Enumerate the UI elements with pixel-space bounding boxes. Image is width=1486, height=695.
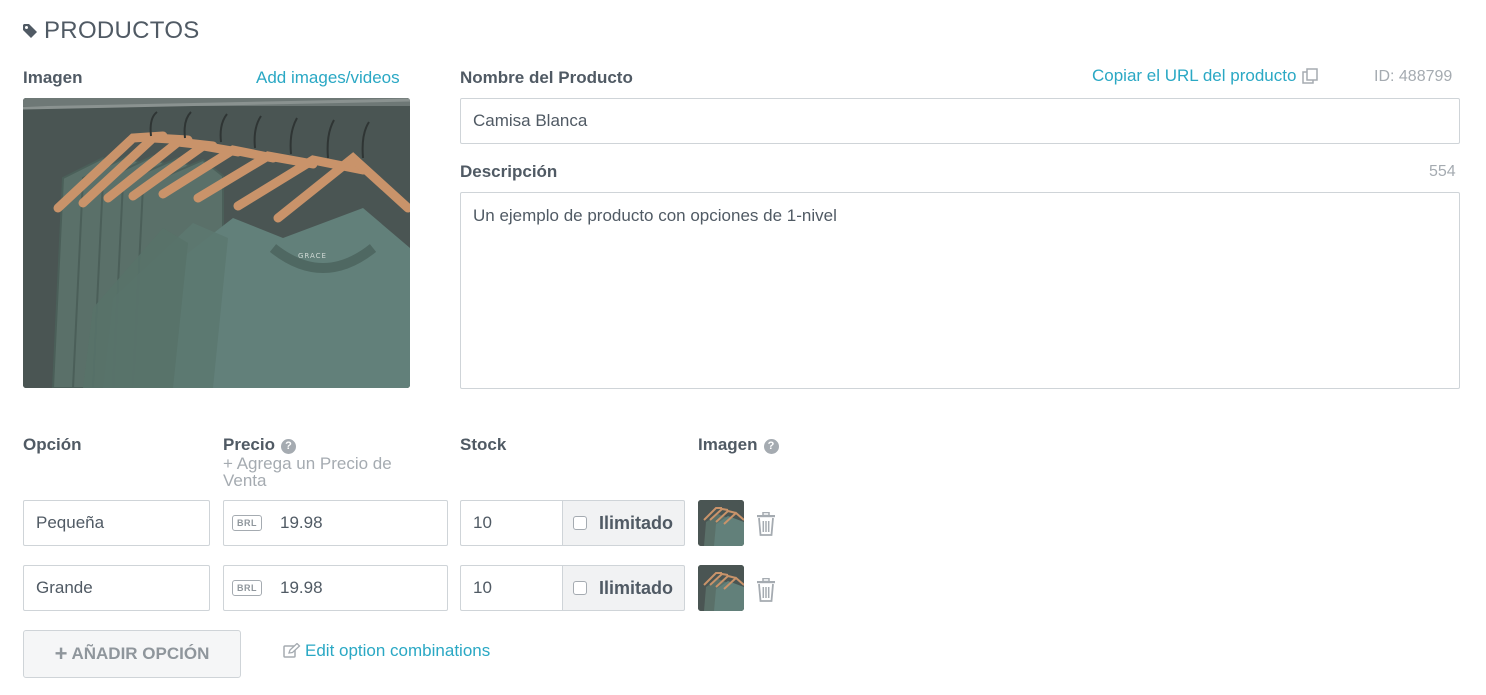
add-images-link[interactable]: Add images/videos xyxy=(256,68,400,88)
description-textarea[interactable]: Un ejemplo de producto con opciones de 1… xyxy=(460,192,1460,389)
image-column-header: Imagen? xyxy=(698,435,779,455)
page-header: PRODUCTOS xyxy=(22,16,200,46)
product-image[interactable]: GRACE xyxy=(23,98,410,388)
option-stock-input[interactable]: 10 xyxy=(460,565,562,611)
description-char-count: 554 xyxy=(1429,163,1456,180)
image-header-label: Imagen xyxy=(698,435,758,454)
currency-badge: BRL xyxy=(232,580,262,596)
plus-icon: + xyxy=(54,641,68,666)
unlimited-checkbox[interactable] xyxy=(573,516,587,530)
image-label: Imagen xyxy=(23,68,83,87)
delete-option-trash-icon[interactable] xyxy=(755,512,777,536)
unlimited-toggle[interactable]: Ilimitado xyxy=(562,500,685,546)
svg-text:GRACE: GRACE xyxy=(298,252,327,260)
shirts-on-hangers-image: GRACE xyxy=(23,98,410,388)
option-price-value: 19.98 xyxy=(280,578,323,597)
option-price-input[interactable]: BRL 19.98 xyxy=(223,565,448,611)
unlimited-toggle[interactable]: Ilimitado xyxy=(562,565,685,611)
product-name-label: Nombre del Producto xyxy=(460,68,633,87)
option-name-input[interactable]: Grande xyxy=(23,565,210,611)
product-id: ID: 488799 xyxy=(1374,68,1453,85)
edit-option-combinations-link[interactable]: Edit option combinations xyxy=(283,641,490,661)
shirts-thumbnail-image xyxy=(698,500,744,546)
option-image-thumbnail[interactable] xyxy=(698,500,744,546)
copy-url-text: Copiar el URL del producto xyxy=(1092,66,1297,85)
product-name-input[interactable]: Camisa Blanca xyxy=(460,98,1460,144)
option-price-value: 19.98 xyxy=(280,513,323,532)
add-option-button[interactable]: + AÑADIR OPCIÓN xyxy=(23,630,241,678)
description-label: Descripción xyxy=(460,162,558,181)
option-name-input[interactable]: Pequeña xyxy=(23,500,210,546)
currency-badge: BRL xyxy=(232,515,262,531)
option-image-thumbnail[interactable] xyxy=(698,565,744,611)
shirts-thumbnail-image xyxy=(698,565,744,611)
option-column-header: Opción xyxy=(23,435,82,454)
copy-url-link[interactable]: Copiar el URL del producto xyxy=(1092,66,1319,86)
edit-option-combinations-text: Edit option combinations xyxy=(305,641,491,660)
page-title: PRODUCTOS xyxy=(44,17,200,44)
add-sale-price-link[interactable]: + Agrega un Precio de Venta xyxy=(223,455,423,489)
price-header-label: Precio xyxy=(223,435,275,454)
edit-icon xyxy=(283,643,301,658)
tag-icon xyxy=(23,24,37,38)
option-stock-input[interactable]: 10 xyxy=(460,500,562,546)
stock-column-header: Stock xyxy=(460,435,507,454)
unlimited-label: Ilimitado xyxy=(599,577,674,598)
option-stock-group: 10 Ilimitado xyxy=(460,565,685,611)
copy-icon xyxy=(1302,68,1319,84)
price-help-icon[interactable]: ? xyxy=(280,439,296,454)
option-price-input[interactable]: BRL 19.98 xyxy=(223,500,448,546)
delete-option-trash-icon[interactable] xyxy=(755,578,777,602)
unlimited-label: Ilimitado xyxy=(599,512,674,533)
option-stock-group: 10 Ilimitado xyxy=(460,500,685,546)
add-option-label: AÑADIR OPCIÓN xyxy=(71,644,210,663)
image-help-icon[interactable]: ? xyxy=(763,439,779,454)
price-column-header: Precio? xyxy=(223,435,296,455)
unlimited-checkbox[interactable] xyxy=(573,581,587,595)
